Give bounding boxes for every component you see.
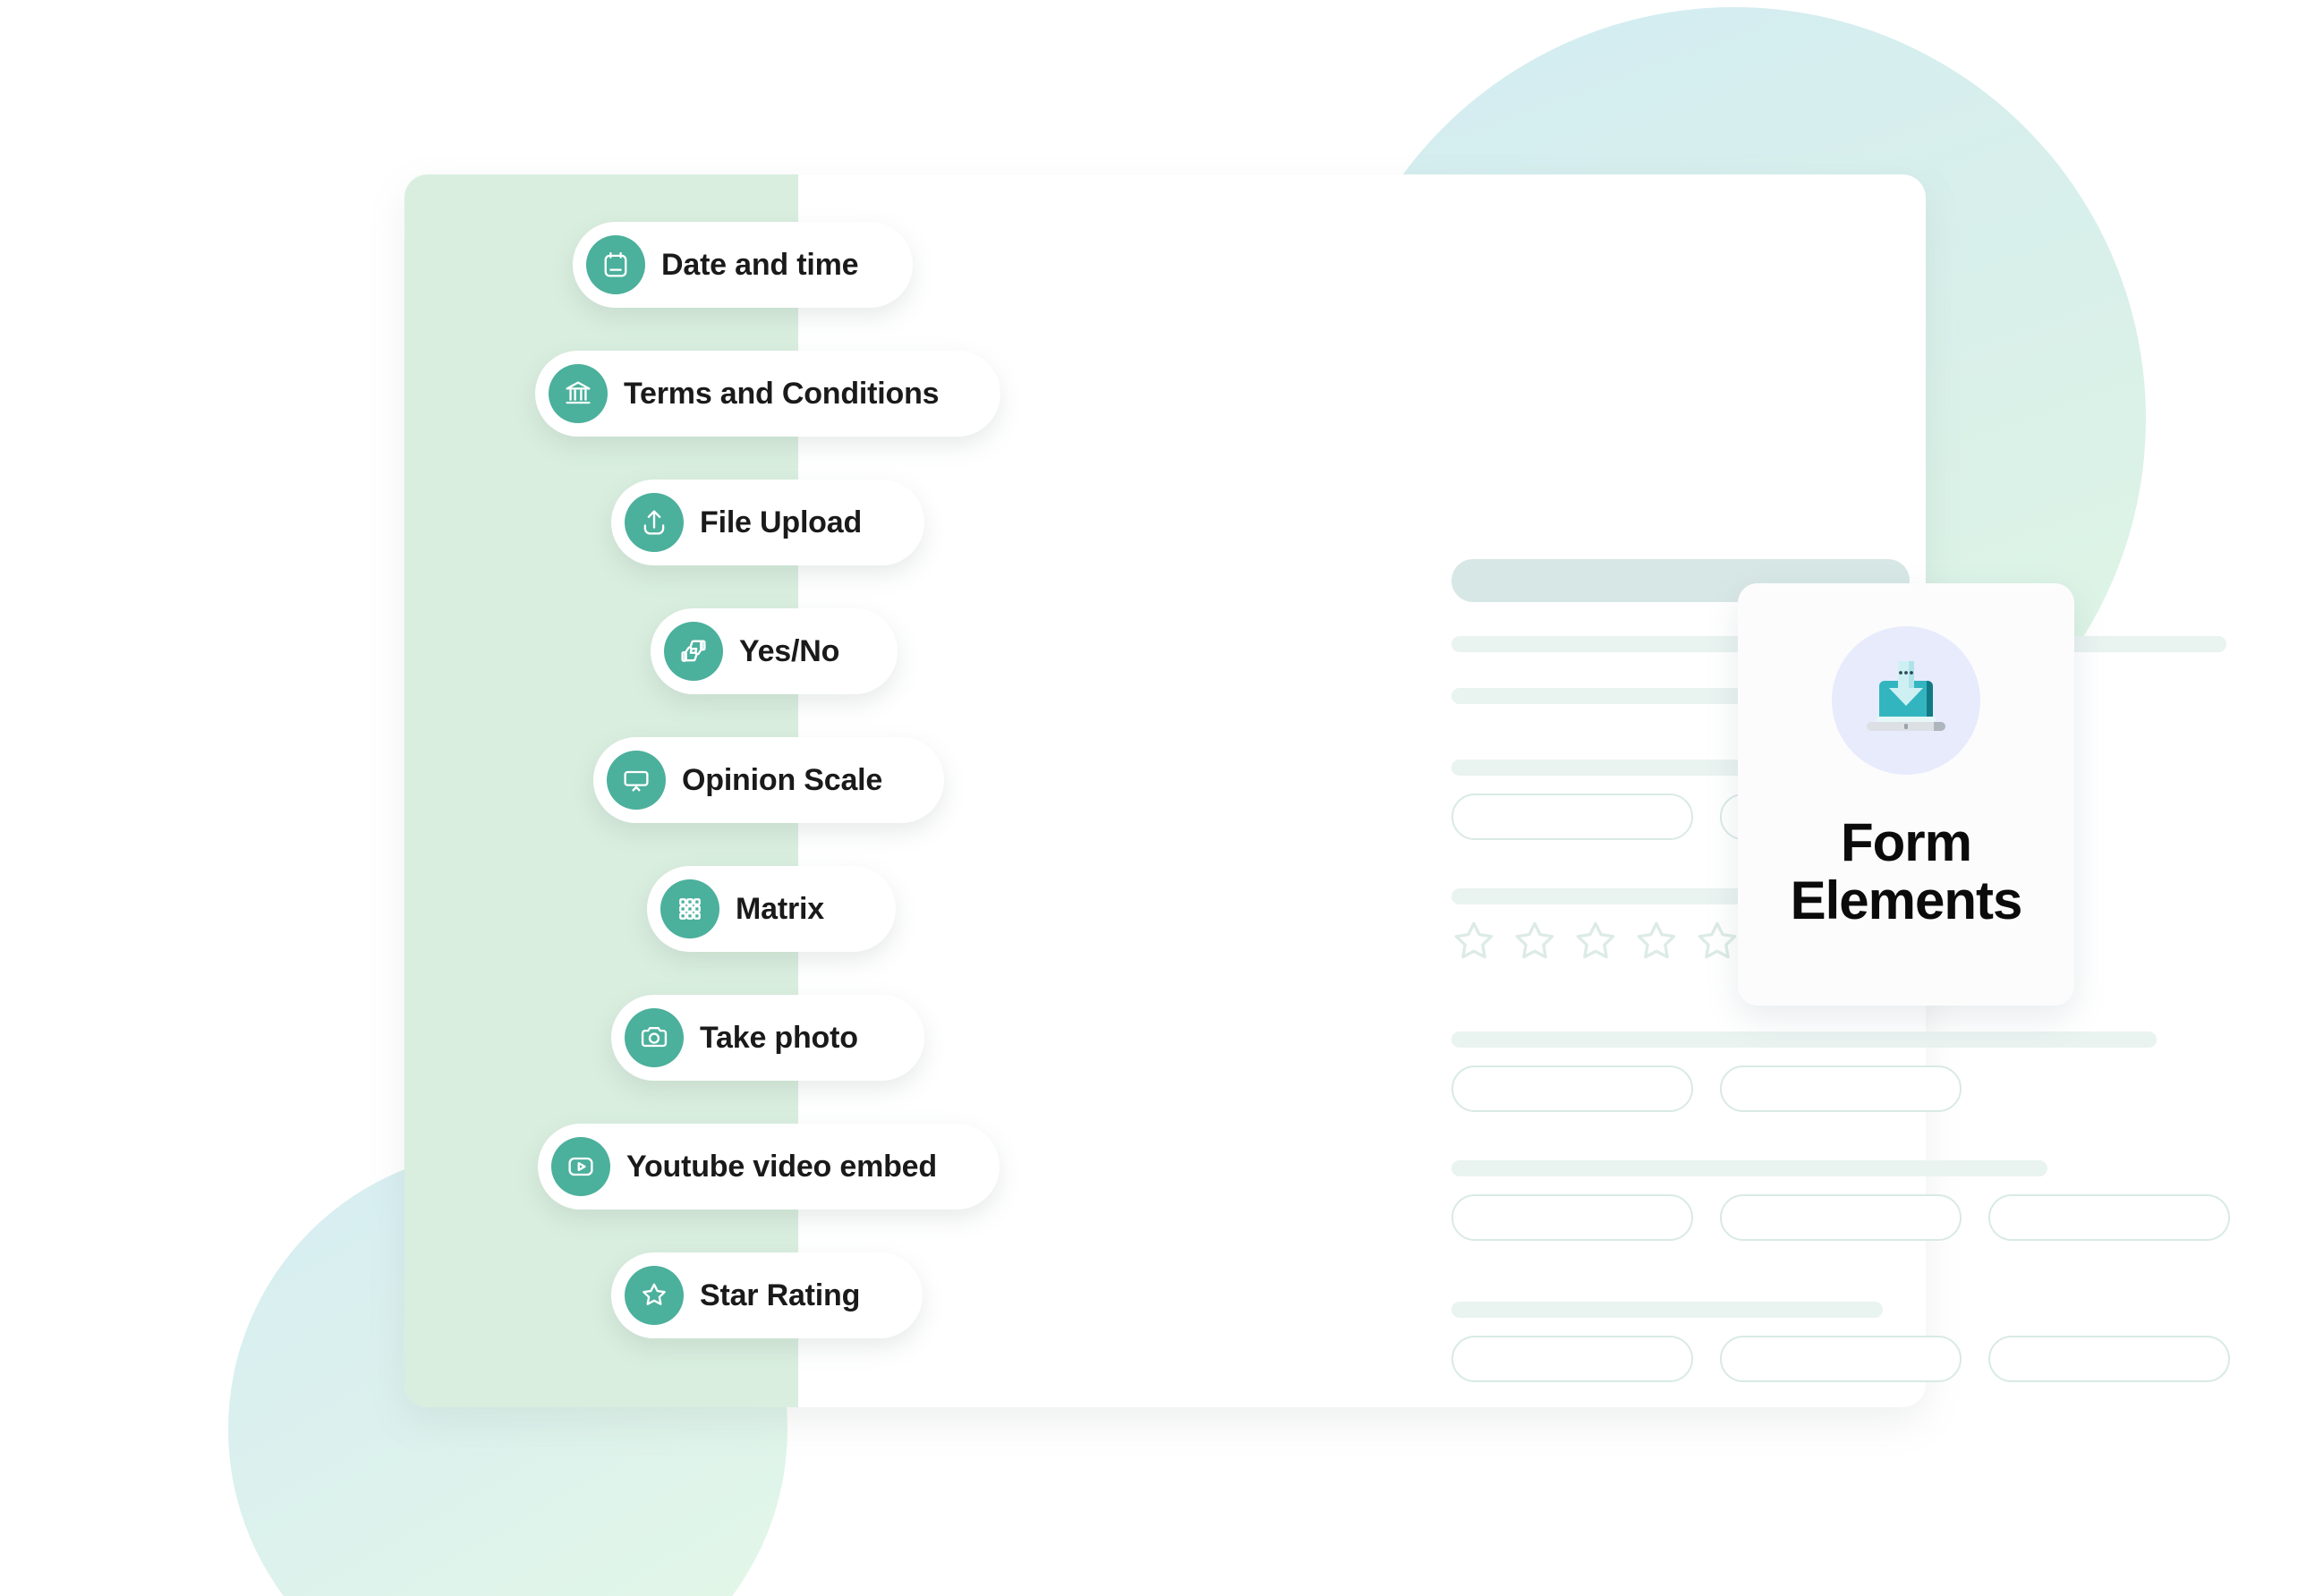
bank-icon — [549, 364, 608, 423]
skeleton-field-row — [1451, 1065, 1962, 1112]
sidebar-item-yes-no[interactable]: Yes/No — [651, 608, 898, 694]
sidebar-item-label: Yes/No — [739, 633, 840, 668]
sidebar-item-label: File Upload — [700, 505, 863, 539]
sidebar-item-file-upload[interactable]: File Upload — [611, 480, 924, 565]
skeleton-text-bar — [1451, 1302, 1883, 1318]
sidebar-item-label: Youtube video embed — [626, 1149, 937, 1184]
star-icon — [625, 1266, 684, 1325]
badge-title-line-2: Elements — [1790, 870, 2023, 930]
sidebar-item-terms-and-conditions[interactable]: Terms and Conditions — [535, 351, 1000, 437]
upload-icon — [625, 493, 684, 552]
youtube-play-icon — [551, 1137, 610, 1196]
skeleton-input-field[interactable] — [1451, 794, 1693, 840]
sidebar-item-date-and-time[interactable]: Date and time — [573, 222, 913, 308]
camera-icon — [625, 1008, 684, 1067]
illustration-canvas: Date and time Terms and Conditions File Up… — [0, 0, 2298, 1596]
form-elements-badge-card[interactable]: Form Elements — [1738, 583, 2074, 1006]
skeleton-input-field[interactable] — [1988, 1194, 2230, 1241]
sidebar-item-matrix[interactable]: Matrix — [647, 866, 896, 952]
skeleton-input-field[interactable] — [1451, 1336, 1693, 1382]
sidebar-item-label: Take photo — [700, 1020, 858, 1055]
laptop-download-icon — [1832, 626, 1980, 775]
sidebar-item-opinion-scale[interactable]: Opinion Scale — [593, 737, 944, 823]
star-rating-row[interactable] — [1451, 919, 1740, 964]
star-rating-icon[interactable] — [1573, 919, 1618, 964]
star-rating-icon[interactable] — [1634, 919, 1679, 964]
sidebar-item-take-photo[interactable]: Take photo — [611, 995, 924, 1081]
star-rating-icon[interactable] — [1512, 919, 1557, 964]
skeleton-input-field[interactable] — [1451, 1194, 1693, 1241]
skeleton-input-field[interactable] — [1720, 1065, 1962, 1112]
sidebar-item-label: Star Rating — [700, 1278, 861, 1312]
grid-icon — [660, 879, 719, 938]
sidebar-item-star-rating[interactable]: Star Rating — [611, 1252, 923, 1338]
star-rating-icon[interactable] — [1451, 919, 1496, 964]
sidebar-item-label: Matrix — [736, 891, 824, 926]
skeleton-input-field[interactable] — [1720, 1336, 1962, 1382]
skeleton-input-field[interactable] — [1720, 1194, 1962, 1241]
star-rating-icon[interactable] — [1695, 919, 1740, 964]
badge-title-line-1: Form — [1841, 812, 1972, 872]
laptop-download-glyph — [1867, 661, 1945, 731]
skeleton-text-bar — [1451, 1031, 2157, 1048]
sidebar-item-label: Date and time — [661, 247, 859, 282]
badge-card-title: Form Elements — [1790, 812, 2023, 930]
skeleton-input-field[interactable] — [1988, 1336, 2230, 1382]
skeleton-text-bar — [1451, 1160, 2047, 1176]
skeleton-field-row — [1451, 1194, 2230, 1241]
calendar-icon — [586, 235, 645, 294]
skeleton-input-field[interactable] — [1451, 1065, 1693, 1112]
sidebar-item-label: Opinion Scale — [682, 762, 883, 797]
skeleton-field-row — [1451, 1336, 2230, 1382]
monitor-icon — [607, 751, 666, 810]
sidebar-item-label: Terms and Conditions — [624, 376, 940, 411]
thumbs-icon — [664, 622, 723, 681]
sidebar-item-youtube-video-embed[interactable]: Youtube video embed — [538, 1124, 1000, 1210]
